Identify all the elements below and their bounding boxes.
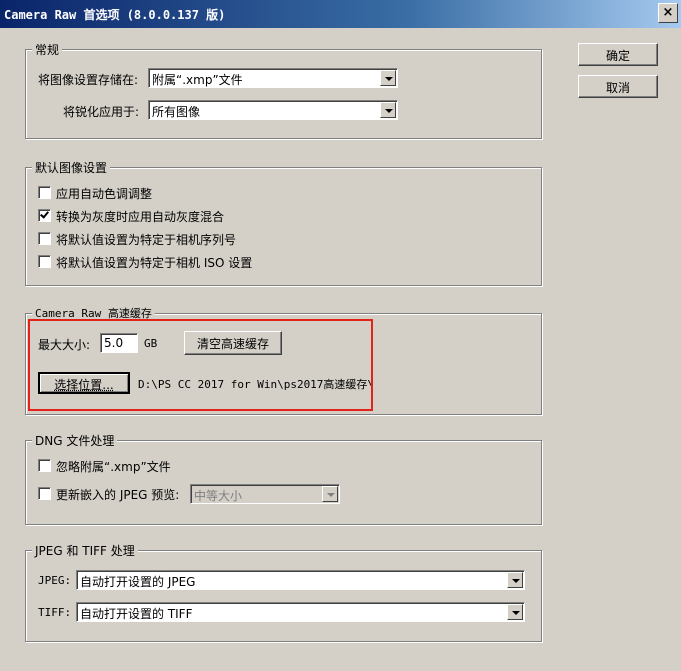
auto-tone-label: 应用自动色调调整 (56, 187, 153, 201)
cancel-button[interactable]: 取消 (578, 75, 658, 98)
jpeg-value: 自动打开设置的 JPEG (80, 575, 196, 589)
ok-button-label: 确定 (605, 49, 630, 63)
general-group: 常规 将图像设置存储在: 附属“.xmp”文件 将锐化应用于: 所有图像 (25, 41, 542, 139)
save-settings-value: 附属“.xmp”文件 (152, 73, 243, 87)
highlight-box (28, 319, 373, 411)
serial-defaults-checkbox[interactable] (38, 232, 51, 245)
ok-button[interactable]: 确定 (578, 43, 658, 66)
jpeg-tiff-group: JPEG 和 TIFF 处理 JPEG: 自动打开设置的 JPEG TIFF: … (25, 542, 542, 642)
cancel-button-label: 取消 (605, 81, 630, 95)
jpeg-label: JPEG: (38, 574, 72, 587)
iso-defaults-label: 将默认值设置为特定于相机 ISO 设置 (56, 256, 253, 270)
tiff-select[interactable]: 自动打开设置的 TIFF (76, 602, 525, 622)
preview-size-value: 中等大小 (194, 489, 243, 503)
general-legend: 常规 (32, 41, 63, 58)
tiff-value: 自动打开设置的 TIFF (80, 607, 193, 621)
sharpen-value: 所有图像 (152, 105, 201, 119)
dng-group: DNG 文件处理 忽略附属“.xmp”文件 更新嵌入的 JPEG 预览: 中等大… (25, 432, 542, 525)
update-jpeg-checkbox[interactable] (38, 487, 51, 500)
jpeg-select[interactable]: 自动打开设置的 JPEG (76, 570, 525, 590)
preview-size-select[interactable]: 中等大小 (190, 484, 340, 504)
save-settings-label: 将图像设置存储在: (38, 73, 139, 87)
sharpen-select[interactable]: 所有图像 (148, 100, 398, 120)
close-button[interactable]: × (658, 3, 678, 23)
jpeg-tiff-legend: JPEG 和 TIFF 处理 (32, 542, 138, 559)
auto-grayscale-label: 转换为灰度时应用自动灰度混合 (56, 210, 225, 224)
chevron-down-icon[interactable] (380, 102, 396, 118)
close-icon: × (662, 5, 674, 20)
window-title: Camera Raw 首选项 (8.0.0.137 版) (4, 8, 226, 22)
ignore-sidecar-label: 忽略附属“.xmp”文件 (56, 460, 171, 474)
dng-legend: DNG 文件处理 (32, 432, 118, 449)
ignore-sidecar-checkbox[interactable] (38, 459, 51, 472)
auto-tone-checkbox[interactable] (38, 186, 51, 199)
default-settings-group: 默认图像设置 应用自动色调调整 转换为灰度时应用自动灰度混合 将默认值设置为特定… (25, 159, 542, 286)
auto-grayscale-checkbox[interactable] (38, 209, 51, 222)
tiff-label: TIFF: (38, 606, 72, 619)
save-settings-select[interactable]: 附属“.xmp”文件 (148, 68, 398, 88)
chevron-down-icon[interactable] (322, 486, 338, 502)
serial-defaults-label: 将默认值设置为特定于相机序列号 (56, 233, 237, 247)
iso-defaults-checkbox[interactable] (38, 255, 51, 268)
update-jpeg-label: 更新嵌入的 JPEG 预览: (56, 488, 180, 502)
chevron-down-icon[interactable] (507, 572, 523, 588)
default-settings-legend: 默认图像设置 (32, 159, 111, 176)
sharpen-label: 将锐化应用于: (63, 105, 140, 119)
chevron-down-icon[interactable] (507, 604, 523, 620)
chevron-down-icon[interactable] (380, 70, 396, 86)
preferences-dialog: Camera Raw 首选项 (8.0.0.137 版) × 确定 取消 常规 … (0, 0, 681, 671)
title-bar[interactable]: Camera Raw 首选项 (8.0.0.137 版) × (0, 0, 681, 28)
